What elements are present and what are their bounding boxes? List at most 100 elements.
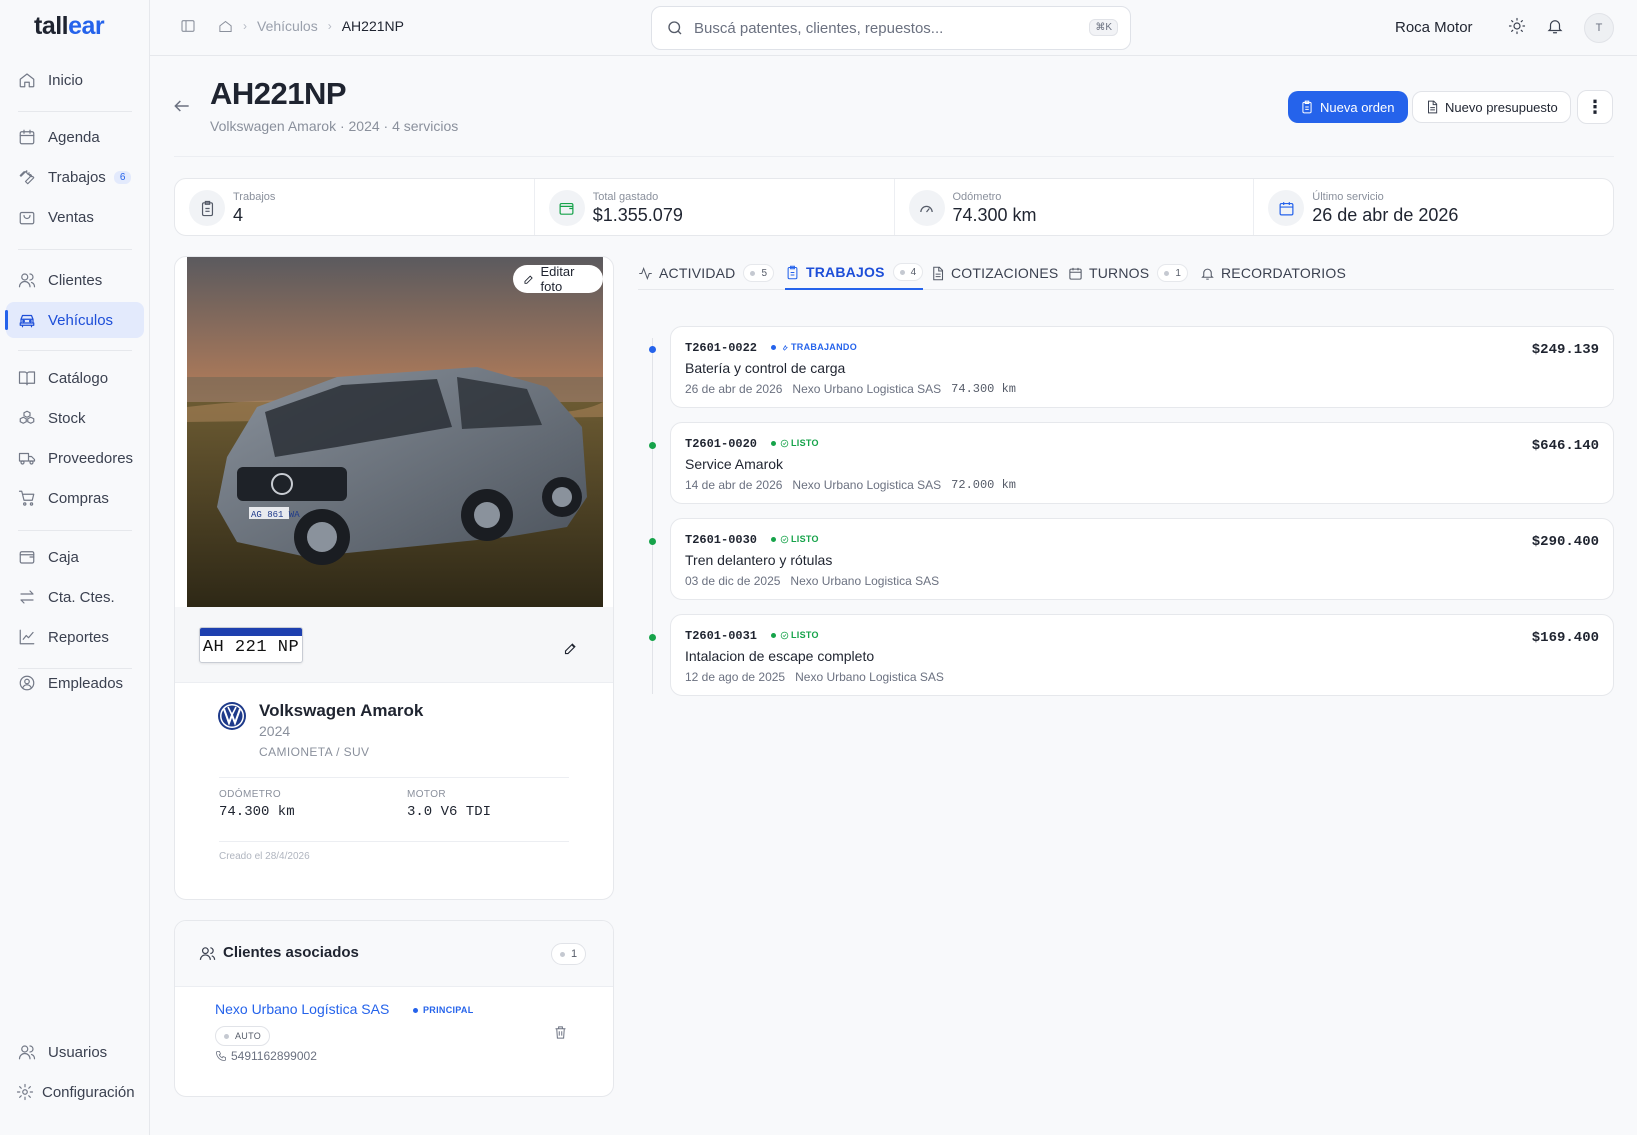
job-card[interactable]: T2601-0031 LISTO Intalacion de escape co… xyxy=(670,614,1614,696)
sidebar-item-label: Caja xyxy=(48,548,79,566)
tab-trabajos[interactable]: TRABAJOS 4 xyxy=(785,256,924,290)
tab-turnos[interactable]: TURNOS 1 xyxy=(1068,256,1189,290)
sidebar-item-label: Cta. Ctes. xyxy=(48,588,115,606)
avatar[interactable]: T xyxy=(1584,13,1614,43)
boxes-icon xyxy=(19,410,35,424)
search-input[interactable]: Buscá patentes, clientes, repuestos... ⌘… xyxy=(651,6,1131,50)
divider xyxy=(174,156,1614,157)
breadcrumb-current: AH221NP xyxy=(341,18,404,34)
wrench-icon xyxy=(19,170,35,185)
sidebar-item-vehiculos[interactable]: Vehículos xyxy=(5,302,144,338)
created-date: Creado el 28/4/2026 xyxy=(219,851,310,862)
tab-recordatorios[interactable]: RECORDATORIOS xyxy=(1200,256,1346,290)
job-client: Nexo Urbano Logistica SAS xyxy=(795,670,944,684)
sidebar-item-label: Empleados xyxy=(48,674,124,692)
edit-photo-button[interactable]: Editar foto xyxy=(513,264,603,294)
plate-area: AH 221 NP xyxy=(175,607,613,683)
auto-tag: AUTO xyxy=(215,1026,271,1046)
timeline-dot xyxy=(649,346,656,353)
sidebar-item-label: Inicio xyxy=(48,71,84,89)
sidebar-item-empleados[interactable]: Empleados xyxy=(6,665,144,701)
sun-icon[interactable] xyxy=(1508,17,1530,39)
breadcrumb-section[interactable]: Vehículos xyxy=(257,18,318,34)
vehicle-year: 2024 xyxy=(259,723,291,739)
pencil-icon[interactable] xyxy=(563,641,579,657)
job-meta: 12 de ago de 2025 Nexo Urbano Logistica … xyxy=(685,670,944,684)
plate-number: AH 221 NP xyxy=(202,638,300,657)
new-order-button[interactable]: Nueva orden xyxy=(1288,91,1409,123)
more-options-button[interactable]: ⋮ xyxy=(1577,90,1613,124)
page-subtitle: Volkswagen Amarok · 2024 · 4 servicios xyxy=(210,118,459,134)
status-badge: LISTO xyxy=(771,630,819,640)
sidebar-item-clientes[interactable]: Clientes xyxy=(6,262,144,298)
timeline-dot xyxy=(649,538,656,545)
tab-actividad[interactable]: ACTIVIDAD 5 xyxy=(638,256,775,290)
page-title: AH221NP xyxy=(210,76,347,111)
license-plate: AH 221 NP xyxy=(199,627,303,663)
stat-label: Último servicio xyxy=(1312,191,1384,203)
client-link[interactable]: Nexo Urbano Logística SAS xyxy=(215,1001,389,1017)
calendar-icon xyxy=(1268,190,1305,226)
sidebar-item-trabajos[interactable]: Trabajos 6 xyxy=(6,159,144,195)
job-title: Batería y control de carga xyxy=(685,360,846,376)
job-client: Nexo Urbano Logistica SAS xyxy=(792,382,942,396)
sidebar-item-caja[interactable]: Caja xyxy=(6,539,144,575)
gauge-icon xyxy=(908,190,945,226)
sidebar-item-label: Stock xyxy=(48,409,86,427)
calendar-icon xyxy=(19,129,35,145)
sidebar-item-label: Clientes xyxy=(48,271,103,289)
wallet-icon xyxy=(19,551,35,564)
workshop-selector[interactable]: Roca Motor xyxy=(1395,19,1473,36)
engine-value: 3.0 V6 TDI xyxy=(407,804,492,820)
home-icon xyxy=(19,73,35,88)
count-badge: 1 xyxy=(551,943,587,965)
home-icon[interactable] xyxy=(218,19,233,34)
sidebar-item-compras[interactable]: Compras xyxy=(6,480,144,516)
sidebar-item-ventas[interactable]: Ventas xyxy=(6,199,144,235)
sidebar-item-usuarios[interactable]: Usuarios xyxy=(6,1034,144,1070)
clipboard-icon xyxy=(787,265,798,279)
tab-cotizaciones[interactable]: COTIZACIONES xyxy=(930,256,1058,290)
job-meta: 14 de abr de 2026 Nexo Urbano Logistica … xyxy=(685,478,1016,492)
shortcut-hint: ⌘K xyxy=(1089,19,1118,36)
sidebar-toggle-icon[interactable] xyxy=(180,18,196,34)
card-title: Clientes asociados xyxy=(223,944,359,961)
tabs: ACTIVIDAD 5 TRABAJOS 4 COTIZACIONES TURN… xyxy=(638,256,1614,290)
bell-icon xyxy=(1201,268,1214,280)
trash-icon[interactable] xyxy=(553,1025,568,1045)
timeline-dot xyxy=(649,442,656,449)
stat-value: 4 xyxy=(233,205,244,225)
chevron-right-icon: › xyxy=(243,19,247,33)
divider xyxy=(18,249,132,250)
users-icon xyxy=(18,273,36,288)
bell-icon[interactable] xyxy=(1546,17,1568,39)
job-card[interactable]: T2601-0020 LISTO Service Amarok 14 de ab… xyxy=(670,422,1614,504)
job-title: Service Amarok xyxy=(685,456,784,472)
sidebar-item-cta-ctes[interactable]: Cta. Ctes. xyxy=(6,579,144,615)
new-quote-button[interactable]: Nuevo presupuesto xyxy=(1412,91,1571,123)
users-icon xyxy=(18,1045,36,1060)
app-logo[interactable]: tallear xyxy=(34,12,105,41)
stat-value: 26 de abr de 2026 xyxy=(1312,205,1459,225)
job-meta: 26 de abr de 2026 Nexo Urbano Logistica … xyxy=(685,382,1016,396)
job-card[interactable]: T2601-0030 LISTO Tren delantero y rótula… xyxy=(670,518,1614,600)
job-amount: $646.140 xyxy=(1531,438,1599,454)
sidebar-item-label: Proveedores xyxy=(48,449,134,467)
count-badge: 6 xyxy=(113,170,132,184)
stat-value: 74.300 km xyxy=(952,205,1037,225)
sidebar-item-catalogo[interactable]: Catálogo xyxy=(6,360,144,396)
card-header: Clientes asociados 1 xyxy=(175,921,613,987)
sidebar-item-configuracion[interactable]: Configuración xyxy=(6,1074,144,1110)
job-card[interactable]: T2601-0022 TRABAJANDO Batería y control … xyxy=(670,326,1614,408)
back-arrow-icon[interactable] xyxy=(172,96,192,116)
sidebar-item-agenda[interactable]: Agenda xyxy=(6,119,144,155)
sidebar-item-inicio[interactable]: Inicio xyxy=(6,62,144,98)
breadcrumb: › Vehículos › AH221NP xyxy=(180,18,404,34)
sidebar-item-proveedores[interactable]: Proveedores xyxy=(6,440,144,476)
tab-count: 1 xyxy=(1157,264,1189,282)
sidebar-item-label: Catálogo xyxy=(48,369,109,387)
activity-icon xyxy=(639,266,652,280)
sidebar-item-reportes[interactable]: Reportes xyxy=(6,619,144,655)
sidebar-item-stock[interactable]: Stock xyxy=(6,400,144,436)
new-quote-label: Nuevo presupuesto xyxy=(1445,99,1558,115)
